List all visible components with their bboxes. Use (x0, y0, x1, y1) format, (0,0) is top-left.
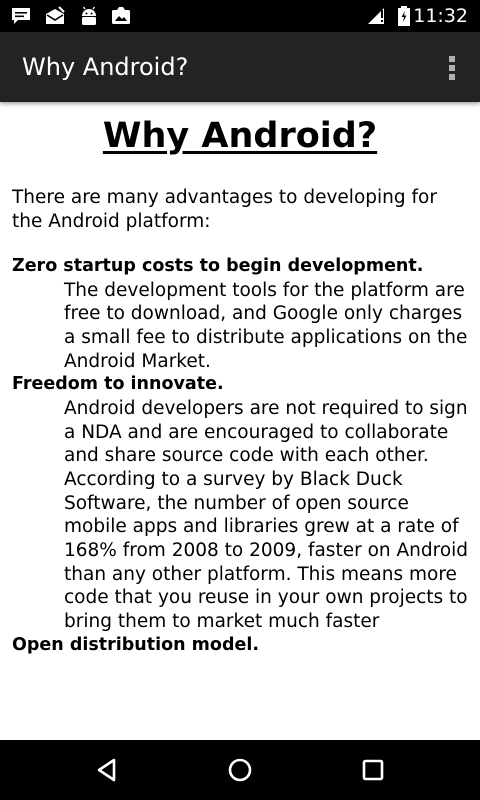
mail-notification-icon (46, 6, 65, 24)
home-icon[interactable] (225, 755, 255, 785)
status-time: 11:32 (413, 5, 468, 27)
app-title: Why Android? (22, 53, 189, 81)
chat-notification-icon (12, 8, 30, 24)
advantage-term: Zero startup costs to begin development. (12, 256, 424, 276)
page-heading: Why Android? (102, 116, 378, 156)
app-screen: 11:32 Why Android? Why Android? There ar… (0, 0, 480, 800)
back-icon[interactable] (92, 755, 122, 785)
action-bar: Why Android? (0, 32, 480, 102)
content-scroll-view[interactable]: Why Android? There are many advantages t… (0, 102, 480, 740)
recent-apps-icon[interactable] (358, 755, 388, 785)
intro-paragraph: There are many advantages to developing … (12, 187, 437, 232)
overflow-menu-icon[interactable] (444, 52, 460, 84)
advantage-description: Android developers are not required to s… (64, 397, 469, 633)
advantage-term: Freedom to innovate. (12, 374, 224, 395)
status-bar: 11:32 (0, 0, 480, 32)
navigation-bar (0, 740, 480, 800)
battery-icon (398, 6, 410, 26)
android-debug-icon (82, 6, 96, 25)
advantage-description: The development tools for the platform a… (64, 279, 468, 372)
advantage-term: Open distribution model. (12, 634, 259, 655)
photo-notification-icon (112, 7, 130, 24)
advantages-list: Zero startup costs to begin development.… (12, 255, 472, 657)
signal-icon (368, 8, 384, 24)
